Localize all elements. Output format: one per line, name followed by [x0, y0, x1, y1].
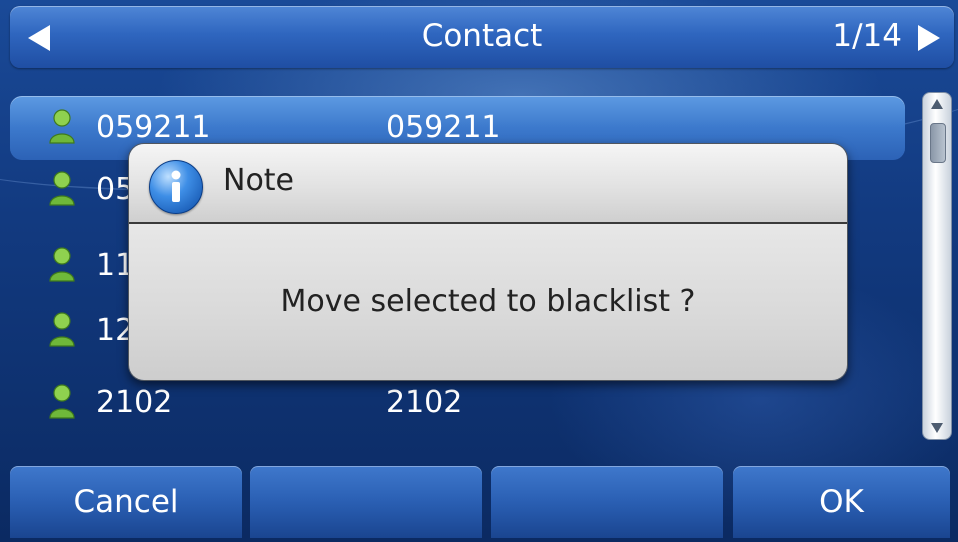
softkey-2[interactable] — [250, 466, 482, 538]
page-title: Contact — [421, 18, 543, 54]
scrollbar[interactable] — [922, 92, 952, 440]
page-indicator: 1/14 — [832, 18, 902, 54]
ok-button[interactable]: OK — [733, 466, 950, 538]
note-dialog: Note Move selected to blacklist ? — [128, 143, 848, 381]
contact-name: 2102 — [96, 385, 173, 420]
dialog-title: Note — [223, 163, 295, 198]
scroll-up-arrow-icon[interactable] — [931, 99, 943, 109]
softkey-3[interactable] — [491, 466, 723, 538]
contact-number: 059211 — [386, 110, 501, 145]
title-bar: Contact 1/14 — [10, 6, 954, 68]
dialog-message: Move selected to blacklist ? — [280, 284, 696, 319]
contact-person-icon — [49, 384, 75, 419]
contact-person-icon — [49, 312, 75, 347]
scroll-thumb[interactable] — [930, 123, 946, 163]
contact-person-icon — [49, 247, 75, 282]
contact-person-icon — [49, 109, 75, 144]
dialog-body: Move selected to blacklist ? — [129, 224, 847, 380]
scroll-down-arrow-icon[interactable] — [931, 423, 943, 433]
dialog-header: Note — [129, 144, 847, 224]
softkey-bar: Cancel OK — [0, 466, 958, 542]
info-icon — [149, 160, 203, 214]
cancel-button[interactable]: Cancel — [10, 466, 242, 538]
next-page-arrow-icon[interactable] — [918, 25, 940, 51]
contact-number: 2102 — [386, 385, 463, 420]
contact-person-icon — [49, 171, 75, 206]
contact-name: 059211 — [96, 110, 211, 145]
phone-screen: Contact 1/14 059211 059211 05 11 12 2102… — [0, 0, 958, 542]
